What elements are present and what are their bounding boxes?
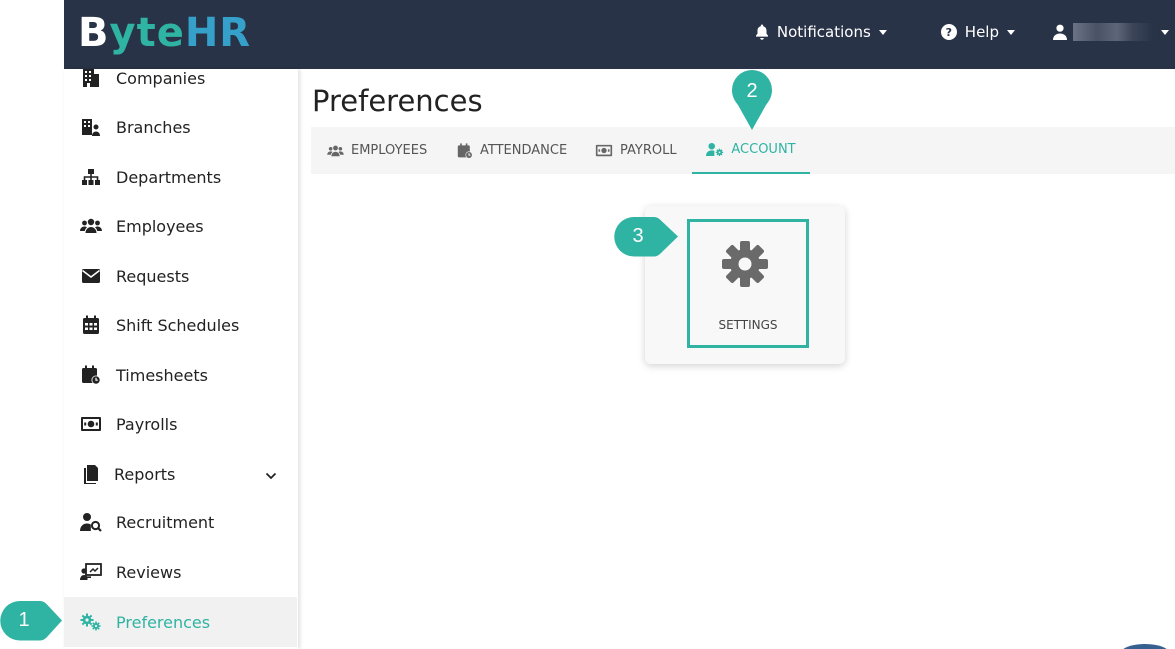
sidebar-item-payrolls[interactable]: Payrolls <box>64 400 297 448</box>
user-search-icon <box>80 512 102 532</box>
sidebar-item-label: Departments <box>116 167 222 187</box>
tab-label: ACCOUNT <box>731 142 796 157</box>
sidebar-item-employees[interactable]: Employees <box>64 202 297 250</box>
money-icon <box>80 414 102 434</box>
logo-letter-b: B <box>78 10 110 56</box>
help-label: Help <box>964 23 999 41</box>
sidebar-item-reviews[interactable]: Reviews <box>64 548 297 596</box>
sidebar-item-label: Reviews <box>116 562 182 582</box>
sidebar-item-label: Shift Schedules <box>116 315 240 335</box>
user-name-redacted <box>1073 23 1153 41</box>
settings-label: SETTINGS <box>718 318 778 332</box>
caret-down-icon <box>878 29 887 35</box>
money-icon <box>595 144 613 157</box>
branches-icon <box>80 117 102 137</box>
sidebar-item-shift-schedules[interactable]: Shift Schedules <box>64 301 297 349</box>
logo-text-hr: HR <box>184 10 252 56</box>
sidebar-item-label: Branches <box>116 117 191 137</box>
caret-down-icon <box>1161 29 1169 35</box>
gear-icon <box>720 238 770 290</box>
users-icon <box>80 216 102 236</box>
help-dropdown[interactable]: ? Help <box>940 23 1015 41</box>
tab-label: EMPLOYEES <box>351 143 428 158</box>
sidebar-item-label: Recruitment <box>116 512 215 532</box>
page-title: Preferences <box>312 84 483 118</box>
step-marker-1: 1 <box>0 600 64 646</box>
tab-employees[interactable]: EMPLOYEES <box>327 127 427 174</box>
sidebar-item-label: Preferences <box>116 612 211 632</box>
top-nav-right: Notifications ? Help <box>755 0 1175 64</box>
notifications-dropdown[interactable]: Notifications <box>755 23 887 41</box>
sidebar-item-requests[interactable]: Requests <box>64 252 297 300</box>
presentation-icon <box>80 562 102 582</box>
sidebar-item-label: Timesheets <box>116 365 208 385</box>
sidebar-item-label: Requests <box>116 266 190 286</box>
building-icon <box>80 68 102 88</box>
tab-label: PAYROLL <box>620 143 677 158</box>
sidebar-item-departments[interactable]: Departments <box>64 153 297 201</box>
tab-payroll[interactable]: PAYROLL <box>595 127 677 174</box>
calendar-clock-icon <box>457 142 473 159</box>
user-icon <box>1053 24 1067 40</box>
step-number: 1 <box>18 609 30 631</box>
user-gear-icon <box>706 142 724 157</box>
sidebar-item-reports[interactable]: Reports <box>64 450 297 498</box>
notifications-label: Notifications <box>776 23 871 41</box>
caret-down-icon <box>1007 29 1015 35</box>
sidebar-item-timesheets[interactable]: Timesheets <box>64 351 297 399</box>
user-menu-dropdown[interactable] <box>1053 23 1169 41</box>
users-icon <box>327 145 344 157</box>
step-number: 3 <box>632 225 644 247</box>
sitemap-icon <box>80 167 102 187</box>
tab-label: ATTENDANCE <box>480 143 568 158</box>
step-marker-2: 2 <box>731 69 773 135</box>
logo-text-yte: yte <box>109 10 185 56</box>
step-number: 2 <box>746 80 758 102</box>
sidebar-item-label: Payrolls <box>116 414 178 434</box>
sidebar-item-recruitment[interactable]: Recruitment <box>64 498 297 546</box>
sidebar-item-branches[interactable]: Branches <box>64 103 297 151</box>
sidebar-item-label: Companies <box>116 68 206 88</box>
file-icon <box>80 464 102 484</box>
step-marker-3: 3 <box>614 216 680 262</box>
bytehr-logo[interactable]: B yte HR <box>78 10 251 56</box>
sidebar-item-label: Employees <box>116 216 204 236</box>
calendar-icon <box>80 315 102 335</box>
tab-attendance[interactable]: ATTENDANCE <box>457 127 567 174</box>
envelope-icon <box>80 266 102 286</box>
gears-icon <box>80 612 102 632</box>
bell-icon <box>755 24 769 40</box>
chat-widget-button[interactable] <box>1120 644 1170 649</box>
sidebar-item-label: Reports <box>114 464 176 484</box>
sidebar-item-preferences[interactable]: Preferences <box>64 597 297 647</box>
sidebar-item-companies[interactable]: Companies <box>64 54 297 102</box>
app-window: B yte HR Notifications ? Help Companies … <box>0 0 1175 649</box>
calendar-clock-icon <box>80 365 102 385</box>
sidebar: Companies Branches Departments Employees… <box>64 69 298 649</box>
chevron-down-icon <box>265 465 277 484</box>
question-circle-icon: ? <box>940 24 957 40</box>
